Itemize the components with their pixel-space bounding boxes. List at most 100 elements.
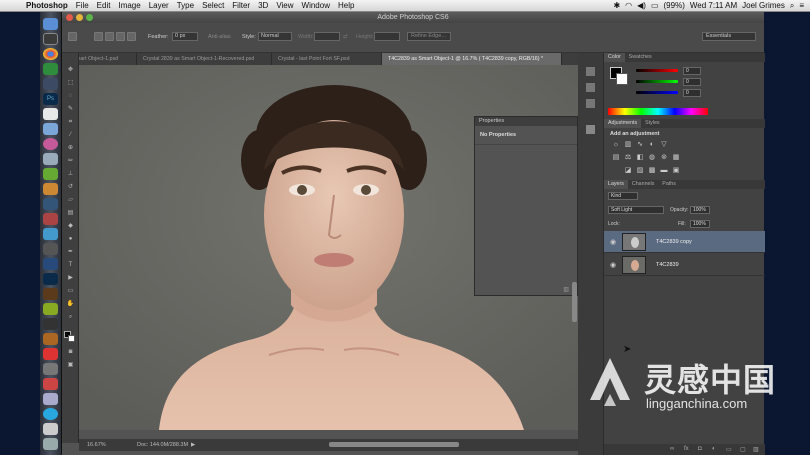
workspace-select[interactable]: Essentials — [702, 32, 756, 41]
trash-icon[interactable]: ▥ — [563, 286, 569, 293]
layer-name[interactable]: T4C2839 — [656, 262, 679, 268]
eye-icon[interactable]: ◉ — [610, 238, 616, 246]
dodge-icon[interactable]: ● — [66, 236, 75, 242]
tab-layers[interactable]: Layers — [604, 180, 628, 189]
menu-edit[interactable]: Edit — [93, 1, 115, 10]
quick-select-icon[interactable]: ✎ — [66, 106, 75, 112]
fx-icon[interactable]: fx — [684, 446, 689, 452]
lightroom-icon[interactable] — [43, 78, 58, 90]
menu-app[interactable]: Photoshop — [22, 1, 72, 10]
move-tool-icon[interactable]: ✥ — [66, 67, 75, 73]
history-brush-icon[interactable]: ↺ — [66, 184, 75, 190]
tab-doc-2[interactable]: Crystal 2839 as Smart Object-1-Recovered… — [137, 53, 272, 65]
menu-select[interactable]: Select — [198, 1, 228, 10]
photos-icon[interactable] — [43, 63, 58, 75]
tab-styles[interactable]: Styles — [641, 119, 663, 128]
finder-icon[interactable] — [43, 18, 58, 30]
tab-swatches[interactable]: Swatches — [625, 53, 656, 62]
tab-color[interactable]: Color — [604, 53, 625, 62]
marquee-tool-icon[interactable] — [68, 32, 77, 41]
background-color-swatch[interactable] — [68, 335, 75, 342]
delete-layer-icon[interactable]: ▥ — [753, 446, 759, 453]
threshold-icon[interactable]: ▩ — [648, 167, 656, 174]
bluetooth-icon[interactable]: ✱ — [613, 1, 620, 10]
anti-alias-checkbox[interactable]: Anti-alias — [208, 34, 231, 40]
app-icon-23[interactable] — [43, 363, 58, 375]
intersect-selection-icon[interactable] — [127, 32, 136, 41]
close-button[interactable] — [66, 14, 73, 21]
menu-file[interactable]: File — [72, 1, 93, 10]
color-spectrum[interactable] — [608, 108, 708, 115]
mask-icon[interactable]: ◘ — [698, 446, 702, 452]
curves-icon[interactable]: ∿ — [636, 141, 644, 148]
tab-doc-active[interactable]: T4C2839 as Smart Object-1 @ 16.7% ( T4C2… — [382, 53, 562, 65]
marquee-icon[interactable]: ⬚ — [66, 80, 75, 86]
eye-icon[interactable]: ◉ — [610, 261, 616, 269]
menu-view[interactable]: View — [272, 1, 297, 10]
eyedropper-icon[interactable]: ⁄ — [66, 132, 75, 138]
blue-slider[interactable] — [636, 91, 678, 94]
pen-icon[interactable]: ✒ — [66, 249, 75, 255]
path-select-icon[interactable]: ▶ — [66, 275, 75, 281]
opacity-input[interactable]: 100% — [690, 206, 710, 214]
app-icon-19[interactable] — [43, 303, 58, 315]
green-value[interactable]: 0 — [683, 78, 701, 86]
zoom-level[interactable]: 16.67% — [87, 442, 106, 448]
volume-icon[interactable]: ◀) — [637, 1, 646, 10]
subtract-selection-icon[interactable] — [116, 32, 125, 41]
dashboard-icon[interactable] — [43, 33, 58, 45]
brightness-icon[interactable]: ☼ — [612, 141, 620, 148]
zoom-button[interactable] — [86, 14, 93, 21]
brush-icon[interactable]: ✏ — [66, 158, 75, 164]
blur-icon[interactable]: ◆ — [66, 223, 75, 229]
tab-doc-3[interactable]: Crystal - last Point Fort SF.psd — [272, 53, 382, 65]
menu-3d[interactable]: 3D — [254, 1, 272, 10]
app-icon-27[interactable] — [43, 423, 58, 435]
clone-stamp-icon[interactable]: ⊥ — [66, 171, 75, 177]
height-input[interactable] — [374, 32, 400, 41]
screen-mode-icon[interactable]: ▣ — [66, 362, 75, 368]
layer-row-copy[interactable]: ◉ T4C2839 copy — [604, 231, 765, 253]
swap-icon[interactable]: ⇄ — [343, 34, 348, 40]
list-icon[interactable]: ≡ — [799, 1, 804, 10]
app-icon-25[interactable] — [43, 393, 58, 405]
status-arrow-icon[interactable]: ▶ — [191, 442, 195, 448]
menu-help[interactable]: Help — [334, 1, 358, 10]
properties-icon[interactable] — [586, 125, 595, 134]
app-icon-15[interactable] — [43, 243, 58, 255]
app-icon-13[interactable] — [43, 213, 58, 225]
menu-clock[interactable]: Wed 7:11 AM — [690, 1, 737, 10]
exposure-icon[interactable]: ◐ — [648, 141, 656, 148]
wifi-icon[interactable]: ◠ — [625, 1, 632, 10]
canvas-scrollbar-horizontal[interactable] — [329, 442, 459, 447]
blend-mode-select[interactable]: Soft Light — [608, 206, 664, 214]
red-slider[interactable] — [636, 69, 678, 72]
type-icon[interactable]: T — [66, 262, 75, 268]
ical-icon[interactable] — [43, 108, 58, 120]
app-icon-24[interactable] — [43, 378, 58, 390]
color-balance-icon[interactable]: ⚖ — [624, 154, 632, 161]
layer-filter-select[interactable]: Kind — [608, 192, 638, 200]
menu-user[interactable]: Joel Grimes — [742, 1, 785, 10]
menu-type[interactable]: Type — [173, 1, 198, 10]
app-icon-11[interactable] — [43, 183, 58, 195]
quick-mask-icon[interactable]: ◙ — [66, 349, 75, 355]
crop-icon[interactable]: ⌗ — [66, 119, 75, 125]
photoshop-icon[interactable]: Ps — [43, 93, 58, 105]
vibrance-icon[interactable]: ▽ — [660, 141, 668, 148]
app-icon-21[interactable] — [43, 333, 58, 345]
channel-mixer-icon[interactable]: ⊚ — [660, 154, 668, 161]
levels-icon[interactable]: ▥ — [624, 141, 632, 148]
photo-filter-icon[interactable]: ◍ — [648, 154, 656, 161]
trash-icon[interactable] — [43, 438, 58, 450]
itunes-icon[interactable] — [43, 138, 58, 150]
properties-panel-header[interactable]: Properties — [475, 117, 577, 126]
layer-name[interactable]: T4C2839 copy — [656, 239, 692, 245]
tab-adjustments[interactable]: Adjustments — [604, 119, 642, 128]
new-adjustment-icon[interactable]: ◐ — [712, 446, 716, 452]
width-input[interactable] — [314, 32, 340, 41]
app-icon-12[interactable] — [43, 198, 58, 210]
photoshop-alt-icon[interactable] — [43, 273, 58, 285]
menu-image[interactable]: Image — [114, 1, 144, 10]
actions-icon[interactable] — [586, 83, 595, 92]
